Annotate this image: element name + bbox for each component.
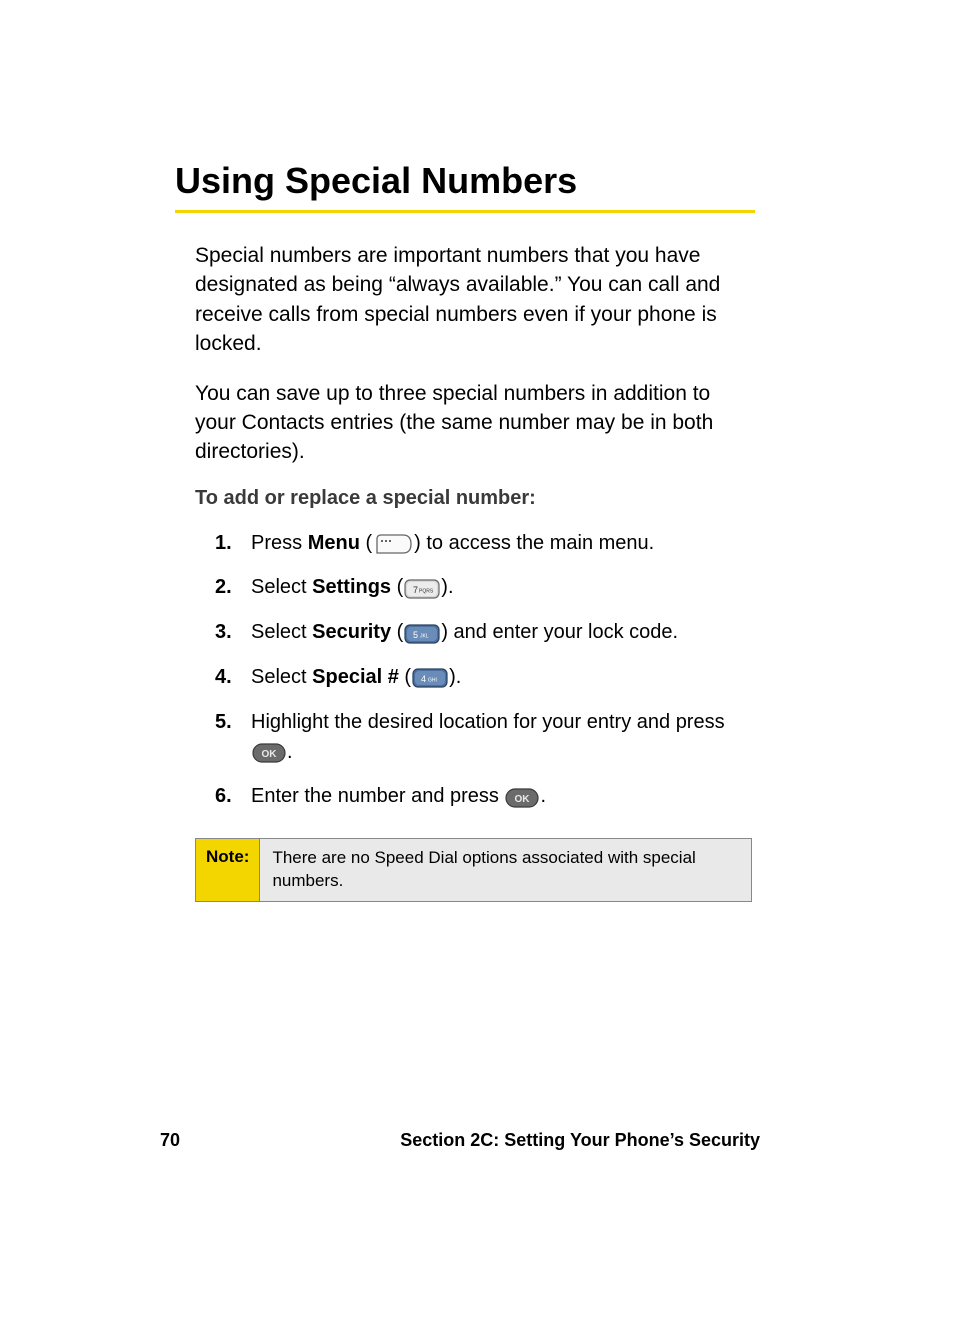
svg-text:OK: OK xyxy=(515,794,531,805)
content-area: Using Special Numbers Special numbers ar… xyxy=(175,160,755,902)
step-2: 2. Select Settings ( 7 PQRS ). xyxy=(215,572,755,603)
step-bold: Menu xyxy=(308,532,360,554)
step-paren-close: ). xyxy=(449,666,461,688)
five-key-icon: 5 JKL xyxy=(404,618,440,648)
step-text-pre: Select xyxy=(251,576,312,598)
four-key-icon: 4 GHI xyxy=(412,663,448,693)
svg-text:7: 7 xyxy=(413,585,418,595)
svg-text:PQRS: PQRS xyxy=(419,588,434,594)
section-title: Section 2C: Setting Your Phone’s Securit… xyxy=(180,1130,760,1151)
step-number: 5. xyxy=(215,707,232,737)
step-1: 1. Press Menu ( ) to access the main men… xyxy=(215,528,755,559)
seven-key-icon: 7 PQRS xyxy=(404,573,440,603)
step-3: 3. Select Security ( 5 JKL ) and enter y… xyxy=(215,617,755,648)
svg-text:GHI: GHI xyxy=(428,678,437,684)
step-paren-open: ( xyxy=(360,532,372,554)
page-footer: 70 Section 2C: Setting Your Phone’s Secu… xyxy=(160,1130,760,1151)
svg-text:JKL: JKL xyxy=(420,633,429,639)
step-number: 6. xyxy=(215,781,232,811)
step-5: 5. Highlight the desired location for yo… xyxy=(215,707,755,768)
svg-text:OK: OK xyxy=(262,749,278,760)
procedure-subheading: To add or replace a special number: xyxy=(175,487,755,510)
svg-text:5: 5 xyxy=(413,630,418,640)
step-paren-close: ) and enter your lock code. xyxy=(441,621,678,643)
page: Using Special Numbers Special numbers ar… xyxy=(0,0,954,1323)
step-paren-open: ( xyxy=(391,621,403,643)
heading-underline xyxy=(175,210,755,213)
note-text: There are no Speed Dial options associat… xyxy=(260,839,751,901)
step-4: 4. Select Special # ( 4 GHI ). xyxy=(215,662,755,693)
steps-list: 1. Press Menu ( ) to access the main men… xyxy=(175,528,755,812)
step-text-pre: Select xyxy=(251,621,312,643)
svg-text:4: 4 xyxy=(421,674,426,684)
step-number: 4. xyxy=(215,662,232,692)
step-bold: Settings xyxy=(312,576,391,598)
step-bold: Security xyxy=(312,621,391,643)
step-paren-open: ( xyxy=(391,576,403,598)
intro-paragraph-2: You can save up to three special numbers… xyxy=(175,379,755,467)
ok-key-icon: OK xyxy=(505,782,539,812)
step-number: 3. xyxy=(215,617,232,647)
step-text-b: . xyxy=(287,741,293,763)
step-number: 2. xyxy=(215,572,232,602)
step-text-a: Enter the number and press xyxy=(251,785,504,807)
step-text-b: . xyxy=(540,785,546,807)
step-text-pre: Press xyxy=(251,532,308,554)
step-paren-close: ). xyxy=(441,576,453,598)
step-paren-close: ) to access the main menu. xyxy=(414,532,654,554)
note-box: Note: There are no Speed Dial options as… xyxy=(195,838,752,902)
page-heading: Using Special Numbers xyxy=(175,160,755,202)
page-number: 70 xyxy=(160,1130,180,1151)
note-label: Note: xyxy=(196,839,260,901)
intro-paragraph-1: Special numbers are important numbers th… xyxy=(175,241,755,359)
menu-key-icon xyxy=(373,528,413,558)
ok-key-icon: OK xyxy=(252,737,286,767)
step-text-a: Highlight the desired location for your … xyxy=(251,711,725,733)
step-bold: Special # xyxy=(312,666,399,688)
step-paren-open: ( xyxy=(399,666,411,688)
step-number: 1. xyxy=(215,528,232,558)
step-6: 6. Enter the number and press OK . xyxy=(215,781,755,812)
step-text-pre: Select xyxy=(251,666,312,688)
